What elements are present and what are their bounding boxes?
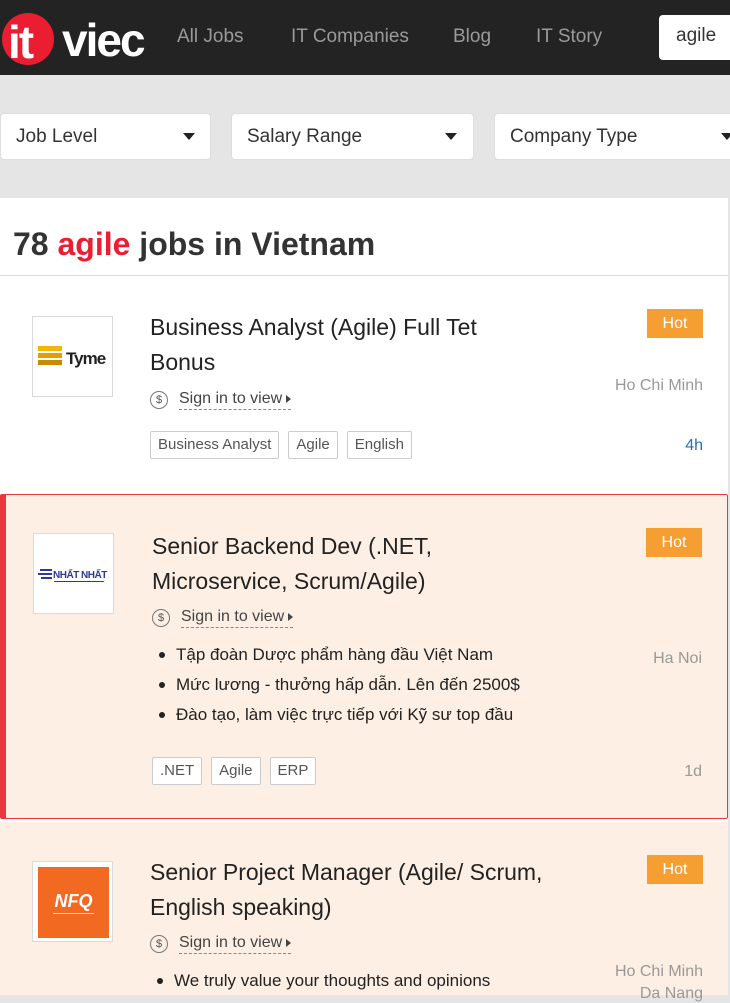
nav-all-jobs[interactable]: All Jobs: [177, 26, 244, 48]
sign-in-to-view-link[interactable]: Sign in to view: [179, 933, 292, 954]
caret-down-icon: [721, 133, 730, 140]
dollar-icon: $: [150, 390, 168, 409]
triangle-right-icon: [286, 395, 292, 403]
highlight-item: Tập đoàn Dược phẩm hàng đầu Việt Nam: [153, 640, 520, 670]
itviec-logo[interactable]: it viec: [0, 9, 146, 68]
job-tags: Business Analyst Agile English: [150, 431, 421, 459]
nhat-nhat-logo-text: NHẤT NHẤT: [53, 568, 107, 581]
skill-tag[interactable]: Agile: [288, 431, 338, 459]
nhat-nhat-logo-icon: NHẤT NHẤT: [38, 568, 108, 582]
job-title[interactable]: Business Analyst (Agile) Full Tet Bonus: [150, 310, 530, 380]
job-city: Ho Chi Minh: [614, 377, 703, 394]
salary-row[interactable]: $ Sign in to view: [150, 933, 292, 954]
results-suffix: jobs in Vietnam: [139, 226, 376, 262]
nfq-logo-icon: NFQ: [38, 867, 109, 938]
hot-badge: Hot: [647, 855, 703, 884]
nav-blog[interactable]: Blog: [453, 26, 491, 48]
job-results: 78 agile jobs in Vietnam Tyme Business A…: [0, 198, 728, 1002]
company-type-label: Company Type: [510, 126, 638, 147]
search-input[interactable]: [659, 15, 730, 47]
skill-tag[interactable]: Agile: [211, 757, 261, 785]
job-card[interactable]: NHẤT NHẤT Senior Backend Dev (.NET, Micr…: [0, 494, 728, 819]
job-highlights: We truly value your thoughts and opinion…: [151, 966, 490, 996]
salary-range-label: Salary Range: [247, 126, 363, 147]
skill-tag[interactable]: ERP: [269, 757, 317, 785]
highlight-item: Mức lương - thưởng hấp dẫn. Lên đến 2500…: [153, 670, 520, 700]
company-type-dropdown[interactable]: Company Type: [494, 113, 730, 160]
job-tags: .NET Agile ERP: [152, 757, 325, 785]
sign-in-label: Sign in to view: [181, 608, 285, 625]
salary-row[interactable]: $ Sign in to view: [152, 607, 294, 628]
logo-it-text: it: [8, 16, 34, 68]
job-level-label: Job Level: [16, 126, 98, 147]
sign-in-to-view-link[interactable]: Sign in to view: [181, 607, 294, 628]
dollar-icon: $: [150, 934, 168, 953]
tyme-logo-icon: Tyme: [38, 346, 107, 368]
job-city: Ha Noi: [653, 650, 702, 667]
skill-tag[interactable]: .NET: [152, 757, 203, 785]
caret-down-icon: [183, 133, 195, 140]
posted-time: 4h: [685, 437, 703, 454]
results-keyword: agile: [57, 226, 131, 262]
company-logo-nhat-nhat[interactable]: NHẤT NHẤT: [33, 533, 114, 614]
highlight-item: We truly value your thoughts and opinion…: [151, 966, 490, 996]
job-title[interactable]: Senior Project Manager (Agile/ Scrum, En…: [150, 855, 550, 925]
job-title[interactable]: Senior Backend Dev (.NET, Microservice, …: [152, 529, 532, 599]
job-card[interactable]: NFQ Senior Project Manager (Agile/ Scrum…: [0, 822, 728, 1002]
triangle-right-icon: [288, 613, 294, 621]
skill-tag[interactable]: Business Analyst: [150, 431, 280, 459]
highlight-item: Đào tạo, làm việc trực tiếp với Kỹ sư to…: [153, 700, 520, 730]
top-navbar: it viec All Jobs IT Companies Blog IT St…: [0, 0, 730, 75]
logo-viec-text: viec: [62, 14, 146, 66]
sign-in-label: Sign in to view: [179, 934, 283, 951]
caret-down-icon: [445, 133, 457, 140]
sign-in-to-view-link[interactable]: Sign in to view: [179, 389, 292, 410]
filter-bar: Job Level Salary Range Company Type: [0, 75, 730, 198]
results-count: 78: [13, 226, 49, 262]
salary-range-dropdown[interactable]: Salary Range: [231, 113, 474, 160]
job-card[interactable]: Tyme Business Analyst (Agile) Full Tet B…: [0, 276, 728, 492]
nfq-logo-text: NFQ: [55, 891, 93, 911]
search-box: [659, 15, 730, 60]
job-city: Ho Chi Minh: [614, 963, 703, 980]
posted-time: 1d: [684, 763, 702, 780]
dollar-icon: $: [152, 608, 170, 627]
hot-badge: Hot: [647, 309, 703, 338]
salary-row[interactable]: $ Sign in to view: [150, 389, 292, 410]
skill-tag[interactable]: English: [346, 431, 412, 459]
tyme-logo-text: Tyme: [66, 349, 106, 368]
nav-it-story[interactable]: IT Story: [536, 26, 602, 48]
job-level-dropdown[interactable]: Job Level: [0, 113, 211, 160]
triangle-right-icon: [286, 939, 292, 947]
results-heading: 78 agile jobs in Vietnam: [13, 226, 375, 263]
hot-badge: Hot: [646, 528, 702, 557]
job-highlights: Tập đoàn Dược phẩm hàng đầu Việt Nam Mức…: [153, 640, 520, 730]
nav-it-companies[interactable]: IT Companies: [291, 26, 409, 48]
logo-it-mark: it: [0, 9, 66, 68]
job-city-secondary: Da Nang: [639, 985, 703, 1002]
company-logo-nfq[interactable]: NFQ: [32, 861, 113, 942]
company-logo-tyme[interactable]: Tyme: [32, 316, 113, 397]
sign-in-label: Sign in to view: [179, 390, 283, 407]
